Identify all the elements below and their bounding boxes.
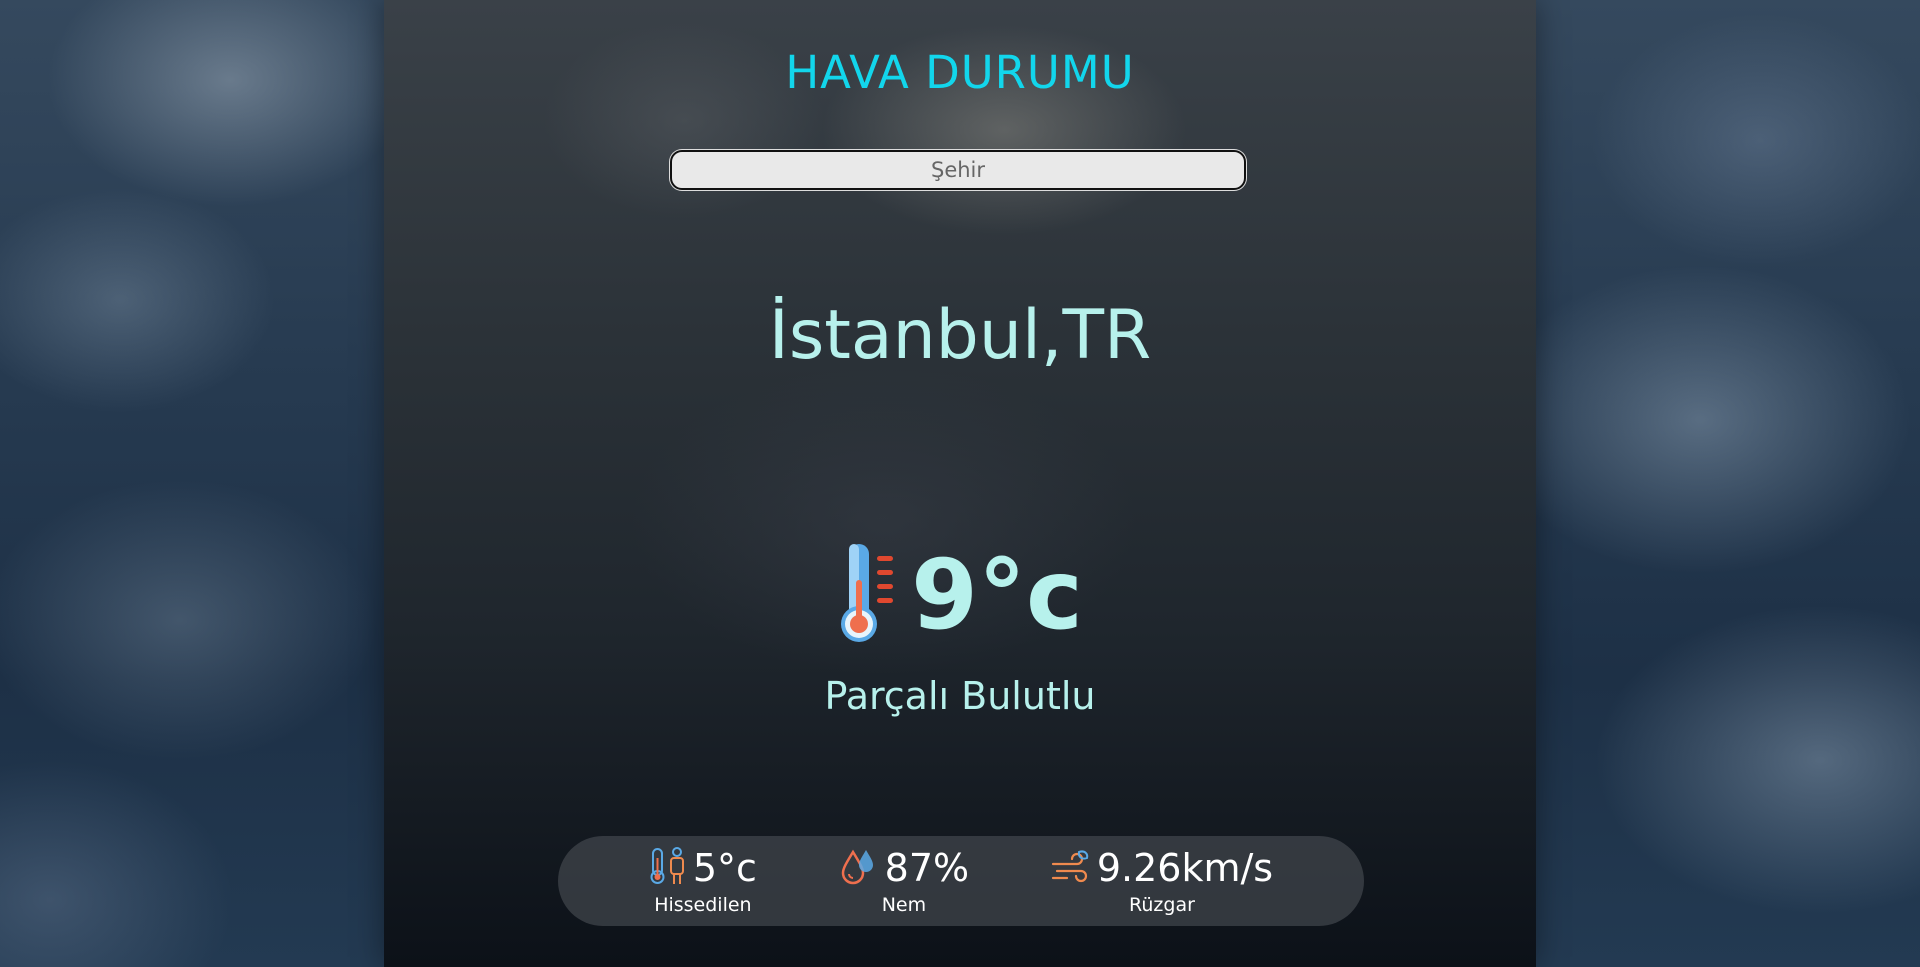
weather-description: Parçalı Bulutlu — [824, 674, 1096, 718]
temperature-value: 9°c — [911, 539, 1083, 651]
city-name: İstanbul,TR — [768, 296, 1152, 375]
wind-label: Rüzgar — [1129, 894, 1195, 916]
details-bar: 5°c Hissedilen 87% Nem 9.26km/s Rüzgar — [558, 836, 1364, 926]
feels-like-value: 5°c — [692, 846, 757, 890]
humidity-icon — [839, 846, 879, 890]
feels-like-icon — [649, 846, 687, 890]
humidity-label: Nem — [881, 894, 927, 916]
wind-icon — [1051, 848, 1091, 888]
stat-feels-like: 5°c Hissedilen — [649, 846, 757, 916]
temperature-row: 9°c — [384, 540, 1536, 650]
stat-wind: 9.26km/s Rüzgar — [1051, 846, 1273, 916]
weather-panel: HAVA DURUMU İstanbul,TR 9°c Parçalı Bulu… — [384, 0, 1536, 967]
app-title: HAVA DURUMU — [785, 46, 1135, 99]
wind-value: 9.26km/s — [1096, 846, 1274, 890]
feels-like-label: Hissedilen — [654, 894, 752, 916]
city-search-input[interactable] — [670, 150, 1246, 190]
thermometer-icon — [837, 540, 899, 650]
stat-humidity: 87% Nem — [839, 846, 969, 916]
humidity-value: 87% — [884, 846, 970, 890]
